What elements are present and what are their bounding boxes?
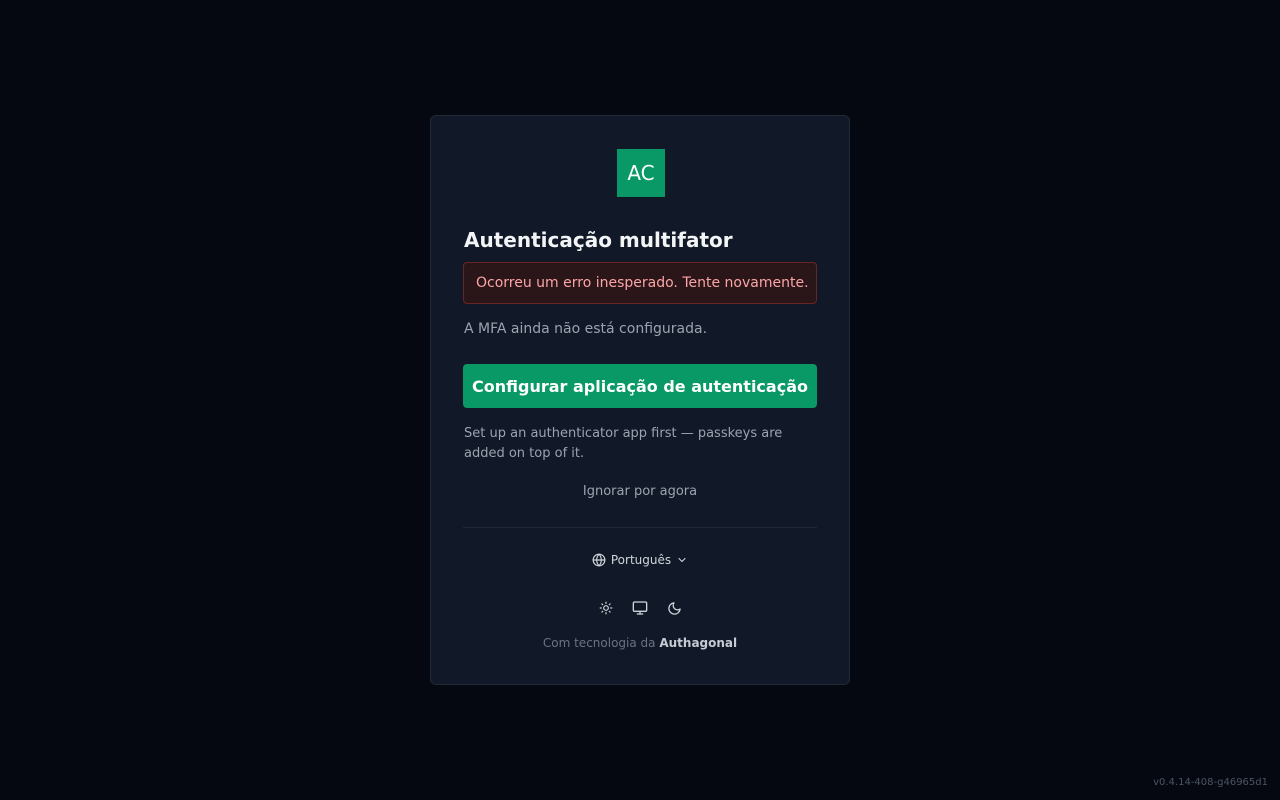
powered-by-prefix: Com tecnologia da: [542, 636, 656, 650]
mfa-status-text: A MFA ainda não está configurada.: [464, 321, 708, 337]
powered-by: Com tecnologia da Authagonal: [431, 636, 849, 650]
moon-icon[interactable]: [665, 599, 683, 617]
powered-by-brand: Authagonal: [659, 636, 738, 650]
sun-icon[interactable]: [597, 599, 615, 617]
login-card: AC Autenticação multifator Ocorreu um er…: [430, 115, 850, 685]
skip-link[interactable]: Ignorar por agora: [431, 484, 849, 499]
language-selector[interactable]: Português: [431, 553, 849, 567]
globe-icon: [592, 553, 606, 567]
divider: [463, 527, 817, 528]
language-label: Português: [610, 553, 672, 567]
monitor-icon[interactable]: [631, 599, 649, 617]
app-logo: AC: [617, 149, 665, 197]
setup-authenticator-button[interactable]: Configurar aplicação de autenticação: [463, 364, 817, 408]
theme-switcher: [431, 599, 849, 617]
error-alert: Ocorreu um erro inesperado. Tente novame…: [463, 262, 817, 304]
page-title: Autenticação multifator: [464, 228, 733, 252]
chevron-down-icon: [676, 554, 688, 566]
version-label: v0.4.14-408-g46965d1: [1153, 777, 1268, 788]
passkey-hint: Set up an authenticator app first — pass…: [464, 426, 783, 461]
